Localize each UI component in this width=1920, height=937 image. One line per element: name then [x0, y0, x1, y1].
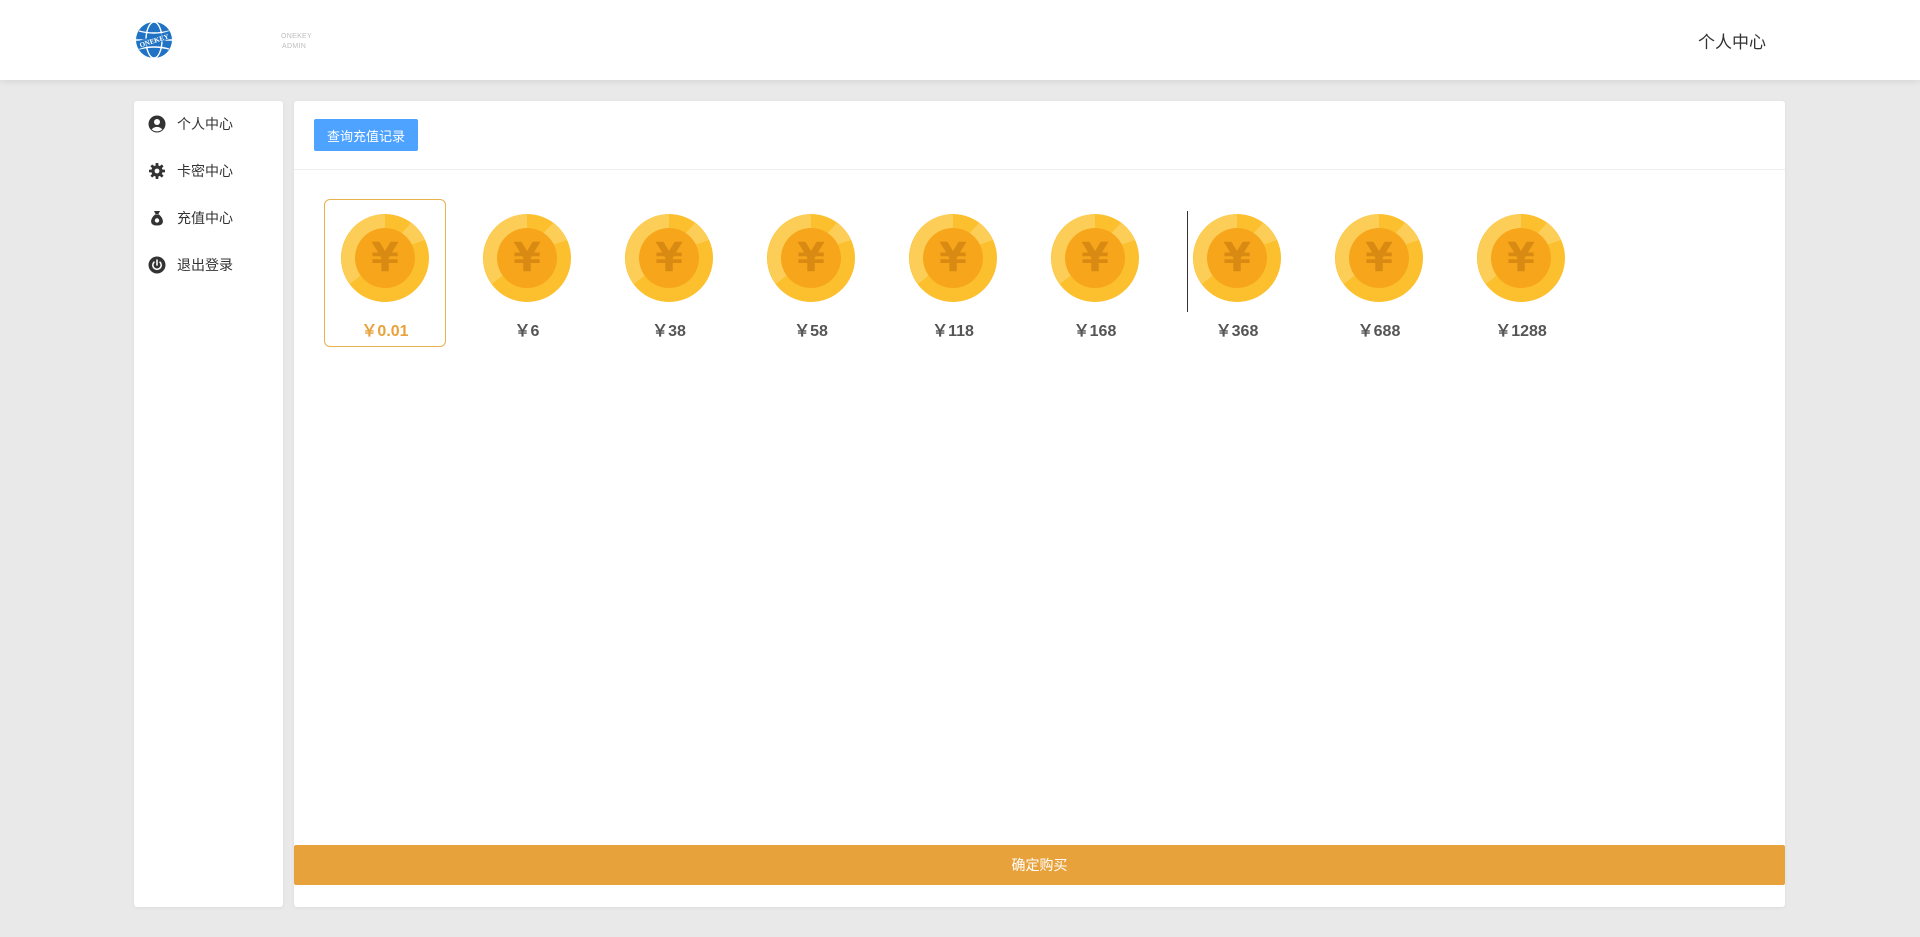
amount-label: ￥38 — [652, 323, 686, 340]
svg-text:¥: ¥ — [1365, 235, 1393, 281]
sidebar: 个人中心 卡密中心 充值中心 退出登录 — [134, 101, 283, 907]
yuan-coin-icon: ¥ — [1477, 214, 1565, 302]
svg-text:¥: ¥ — [655, 235, 683, 281]
yuan-coin-icon: ¥ — [1335, 214, 1423, 302]
amount-option[interactable]: ¥ ￥0.01 — [324, 199, 446, 347]
query-recharge-records-button[interactable]: 查询充值记录 — [314, 119, 418, 151]
user-circle-icon — [148, 115, 166, 133]
amount-label: ￥1288 — [1495, 323, 1547, 340]
yuan-coin-icon: ¥ — [1193, 214, 1281, 302]
svg-text:¥: ¥ — [1507, 235, 1535, 281]
amount-label: ￥368 — [1215, 323, 1259, 340]
yuan-coin-icon: ¥ — [909, 214, 997, 302]
svg-text:¥: ¥ — [371, 235, 399, 281]
sidebar-item-personal-center[interactable]: 个人中心 — [148, 112, 233, 136]
money-bag-icon — [151, 211, 163, 226]
sidebar-item-label: 退出登录 — [177, 257, 233, 273]
panel-toolbar: 查询充值记录 — [294, 101, 1785, 170]
brand-line2: ADMIN — [282, 43, 307, 50]
amount-label: ￥168 — [1073, 323, 1117, 340]
gear-icon — [149, 163, 165, 179]
yuan-coin-icon: ¥ — [767, 214, 855, 302]
amount-label: ￥58 — [794, 323, 828, 340]
yuan-coin-icon: ¥ — [1051, 214, 1139, 302]
amount-option[interactable]: ¥ ￥6 — [466, 199, 588, 347]
svg-text:¥: ¥ — [797, 235, 825, 281]
amount-option[interactable]: ¥ ￥118 — [892, 199, 1014, 347]
amount-option[interactable]: ¥ ￥58 — [750, 199, 872, 347]
brand-text: ONEKEY ADMIN — [281, 32, 312, 52]
yuan-coin-icon: ¥ — [625, 214, 713, 302]
header-personal-center-link[interactable]: 个人中心 — [1698, 28, 1766, 53]
svg-text:¥: ¥ — [1081, 235, 1109, 281]
amount-option[interactable]: ¥ ￥1288 — [1460, 199, 1582, 347]
svg-text:¥: ¥ — [1223, 235, 1251, 281]
globe-logo-icon[interactable]: ONEKEY — [135, 21, 173, 59]
text-cursor — [1187, 211, 1188, 312]
amount-option[interactable]: ¥ ￥168 — [1034, 199, 1156, 347]
svg-text:¥: ¥ — [513, 235, 541, 281]
yuan-coin-icon: ¥ — [483, 214, 571, 302]
confirm-purchase-button[interactable]: 确定购买 — [294, 845, 1785, 885]
svg-text:¥: ¥ — [939, 235, 967, 281]
amount-label: ￥6 — [514, 323, 540, 340]
amount-label: ￥118 — [932, 323, 974, 340]
amount-option[interactable]: ¥ ￥688 — [1318, 199, 1440, 347]
sidebar-item-recharge-center[interactable]: 充值中心 — [148, 206, 233, 230]
power-icon — [148, 256, 166, 274]
amount-option[interactable]: ¥ ￥368 — [1176, 199, 1298, 347]
amount-option[interactable]: ¥ ￥38 — [608, 199, 730, 347]
recharge-panel: 查询充值记录 ¥ ￥0.01 ¥ ￥6 ¥ ￥38 ¥ ￥58 ¥ ￥118 ¥ ￥168 ¥ ￥368 ¥… — [294, 101, 1785, 907]
sidebar-item-logout[interactable]: 退出登录 — [148, 253, 233, 277]
sidebar-item-label: 个人中心 — [177, 116, 233, 132]
sidebar-item-label: 卡密中心 — [177, 163, 233, 179]
sidebar-item-card-center[interactable]: 卡密中心 — [148, 159, 233, 183]
brand-line1: ONEKEY — [281, 33, 312, 40]
sidebar-item-label: 充值中心 — [177, 210, 233, 226]
top-bar: ONEKEY ONEKEY ADMIN 个人中心 — [0, 0, 1920, 80]
yuan-coin-icon: ¥ — [341, 214, 429, 302]
amount-label: ￥0.01 — [361, 323, 409, 340]
amount-label: ￥688 — [1357, 323, 1401, 340]
